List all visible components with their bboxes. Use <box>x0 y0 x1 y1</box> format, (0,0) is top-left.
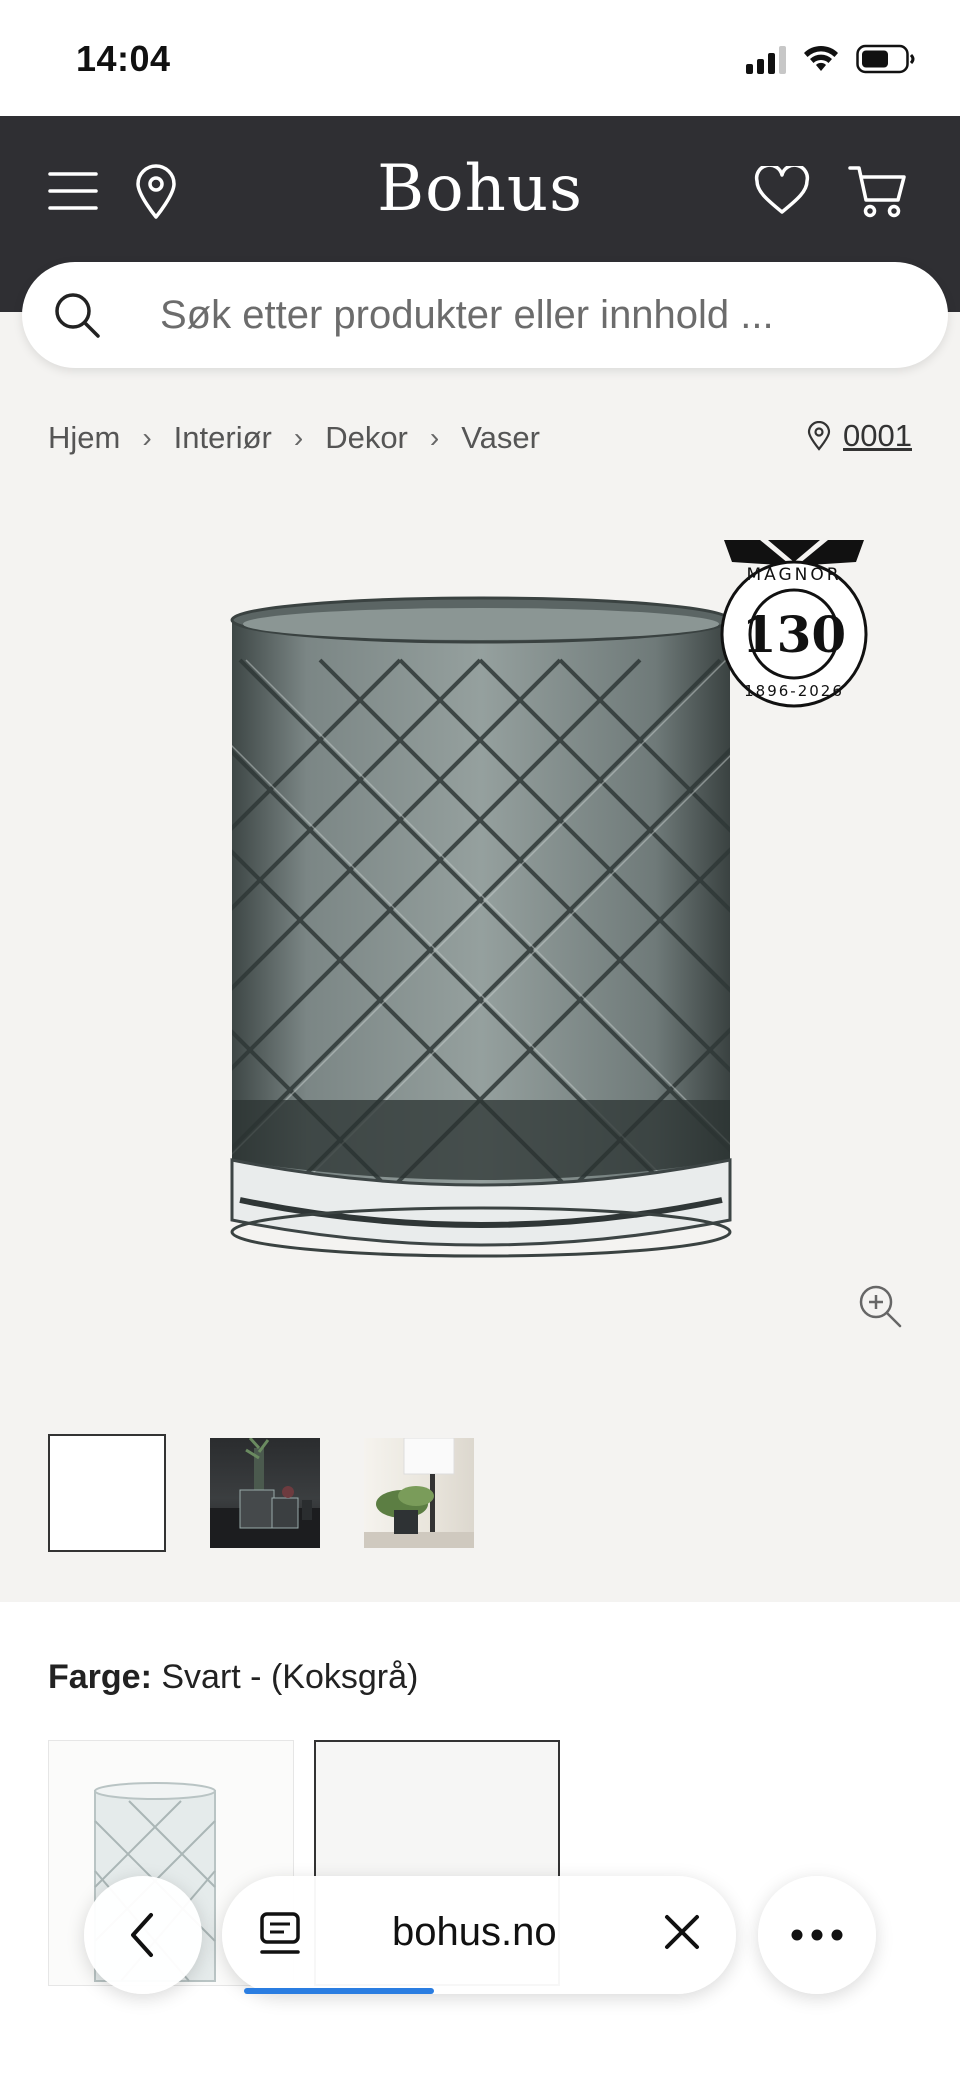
close-icon[interactable] <box>662 1912 702 1952</box>
status-time: 14:04 <box>76 38 171 79</box>
status-icons <box>746 44 916 74</box>
breadcrumb-vases[interactable]: Vaser <box>461 420 540 456</box>
breadcrumb-interior[interactable]: Interiør <box>174 420 272 456</box>
chevron-left-icon <box>131 1913 153 1957</box>
heart-icon[interactable] <box>754 166 810 216</box>
magnor-anniversary-badge: MAGNOR 130 1896-2026 <box>720 540 868 708</box>
thumbnail-2-image <box>210 1438 320 1548</box>
badge-years: 1896-2026 <box>744 682 844 700</box>
wifi-icon <box>804 45 838 71</box>
chevron-right-icon: › <box>429 422 440 453</box>
thumbnail-3[interactable] <box>364 1438 474 1548</box>
store-selector[interactable]: 0001 <box>807 418 912 454</box>
thumbnail-1[interactable] <box>48 1434 166 1552</box>
more-dots-icon <box>791 1929 843 1941</box>
product-image[interactable] <box>200 560 760 1300</box>
product-details: Farge: Svart - (Koksgrå) <box>0 1602 960 2078</box>
browser-more-button[interactable] <box>758 1876 876 1994</box>
badge-number: 130 <box>742 605 846 664</box>
cellular-signal-icon <box>746 44 786 74</box>
breadcrumb-home[interactable]: Hjem <box>48 420 120 456</box>
search-input[interactable] <box>160 262 920 368</box>
thumbnail-3-image <box>364 1438 474 1548</box>
breadcrumb: Hjem › Interiør › Dekor › Vaser <box>48 420 540 456</box>
page-load-progress <box>244 1988 434 1994</box>
status-bar: 14:04 <box>0 0 960 116</box>
thumbnail-gallery <box>48 1434 474 1552</box>
url-text[interactable]: bohus.no <box>392 1910 557 1955</box>
color-label: Farge: Svart - (Koksgrå) <box>48 1658 418 1697</box>
cart-icon[interactable] <box>848 164 908 220</box>
tabs-icon[interactable] <box>258 1910 302 1958</box>
badge-brand: MAGNOR <box>746 565 841 585</box>
search-bar[interactable] <box>22 262 948 368</box>
thumbnail-2[interactable] <box>210 1438 320 1548</box>
browser-url-bar[interactable]: bohus.no <box>222 1876 736 1994</box>
breadcrumb-decor[interactable]: Dekor <box>325 420 408 456</box>
browser-back-button[interactable] <box>84 1876 202 1994</box>
store-link[interactable]: 0001 <box>843 418 912 454</box>
color-label-title: Farge: <box>48 1658 152 1696</box>
site-logo[interactable]: Bohus <box>0 152 960 226</box>
chevron-right-icon: › <box>293 422 304 453</box>
zoom-in-icon[interactable] <box>856 1282 904 1330</box>
search-icon <box>55 293 100 338</box>
battery-icon <box>856 44 915 74</box>
store-location-icon <box>807 421 831 451</box>
chevron-right-icon: › <box>142 422 152 453</box>
color-value: Svart - (Koksgrå) <box>161 1658 419 1696</box>
